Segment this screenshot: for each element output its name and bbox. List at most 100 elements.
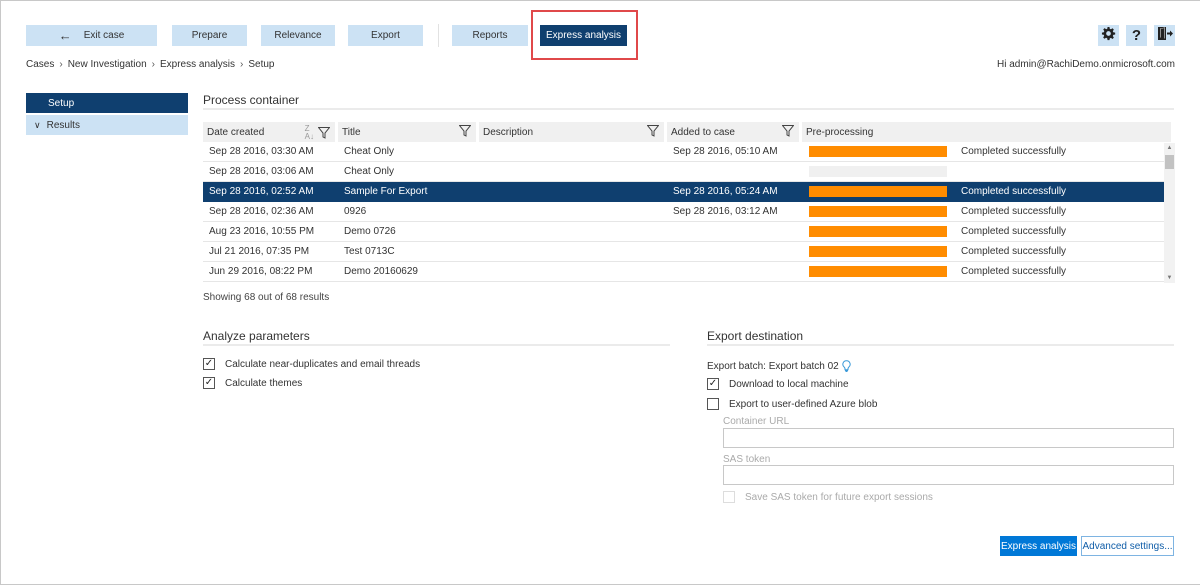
themes-checkbox[interactable]: ✓ Calculate themes	[203, 377, 302, 389]
cell-date-created: Sep 28 2016, 02:36 AM	[209, 206, 314, 217]
column-label: Date created	[207, 126, 265, 138]
column-label: Added to case	[671, 126, 735, 138]
chevron-right-icon: ›	[151, 59, 155, 70]
advanced-settings-button[interactable]: Advanced settings...	[1081, 536, 1174, 556]
cell-date-created: Jul 21 2016, 07:35 PM	[209, 246, 310, 257]
column-label: Title	[342, 126, 361, 138]
table-row[interactable]: Sep 28 2016, 03:06 AM Cheat Only	[203, 162, 1165, 182]
table-row[interactable]: Sep 28 2016, 02:36 AM 0926 Sep 28 2016, 03…	[203, 202, 1165, 222]
sas-token-label: SAS token	[723, 454, 771, 465]
pre-processing-progress-bar	[809, 226, 947, 237]
checkbox-box[interactable]	[707, 398, 719, 410]
column-header-pre-processing[interactable]: Pre-processing	[802, 122, 1171, 142]
sort-descending-icon[interactable]: Z A↓	[305, 125, 314, 141]
filter-icon[interactable]	[647, 125, 659, 137]
progress-fill	[809, 186, 947, 197]
breadcrumb-cases[interactable]: Cases	[26, 59, 54, 70]
azure-blob-checkbox[interactable]: Export to user-defined Azure blob	[707, 398, 877, 410]
pre-processing-progress-bar	[809, 206, 947, 217]
exit-case-label: Exit case	[83, 30, 125, 41]
container-url-label: Container URL	[723, 416, 790, 427]
cell-status: Completed successfully	[961, 246, 1067, 257]
download-local-checkbox[interactable]: ✓ Download to local machine	[707, 378, 849, 390]
column-header-title[interactable]: Title	[338, 122, 476, 142]
scrollbar-thumb[interactable]	[1165, 155, 1174, 169]
filter-icon[interactable]	[459, 125, 471, 137]
help-icon: ?	[1131, 27, 1142, 44]
express-analysis-button[interactable]: Express analysis	[1000, 536, 1077, 556]
table-row[interactable]: Sep 28 2016, 02:52 AM Sample For Export Se…	[203, 182, 1165, 202]
breadcrumb-new-investigation[interactable]: New Investigation	[68, 59, 147, 70]
checkbox-label: Save SAS token for future export session…	[745, 491, 933, 503]
process-container-grid: Date created Z A↓ Title Description Adde…	[203, 122, 1174, 282]
grid-header: Date created Z A↓ Title Description Adde…	[203, 122, 1174, 142]
export-button[interactable]: Export	[348, 25, 423, 46]
container-url-input[interactable]	[723, 428, 1174, 448]
chevron-down-icon: ∨	[34, 119, 41, 130]
cell-added-to-case: Sep 28 2016, 05:24 AM	[673, 186, 778, 197]
table-row[interactable]: Jun 29 2016, 08:22 PM Demo 20160629 Comple…	[203, 262, 1165, 282]
analyze-parameters-title: Analyze parameters	[203, 329, 310, 343]
cell-title: Cheat Only	[344, 146, 395, 157]
save-sas-token-checkbox[interactable]: Save SAS token for future export session…	[723, 491, 933, 503]
column-header-description[interactable]: Description	[479, 122, 664, 142]
toolbar-divider	[438, 24, 439, 47]
export-batch-label: Export batch: Export batch 02	[707, 360, 839, 372]
exit-case-button[interactable]: ← Exit case	[26, 25, 157, 46]
progress-fill	[809, 206, 947, 217]
progress-fill	[809, 226, 947, 237]
filter-icon[interactable]	[318, 127, 330, 139]
process-container-title: Process container	[203, 93, 300, 107]
settings-button[interactable]	[1098, 25, 1119, 46]
checkbox-box[interactable]: ✓	[203, 377, 215, 389]
chevron-right-icon: ›	[59, 59, 63, 70]
chevron-right-icon: ›	[240, 59, 244, 70]
cell-title: Sample For Export	[344, 186, 428, 197]
checkbox-box[interactable]	[723, 491, 735, 503]
cell-title: Test 0713C	[344, 246, 395, 257]
cell-title: Demo 0726	[344, 226, 396, 237]
checkbox-label: Download to local machine	[729, 378, 849, 390]
user-greeting: Hi admin@RachiDemo.onmicrosoft.com	[997, 59, 1175, 70]
section-divider	[203, 344, 670, 346]
prepare-button[interactable]: Prepare	[172, 25, 247, 46]
relevance-button[interactable]: Relevance	[261, 25, 335, 46]
cell-status: Completed successfully	[961, 146, 1067, 157]
checkbox-box[interactable]: ✓	[203, 358, 215, 370]
lightbulb-icon[interactable]	[842, 360, 851, 372]
sign-out-button[interactable]	[1154, 25, 1175, 46]
pre-processing-progress-bar	[809, 266, 947, 277]
highlight-box	[531, 10, 638, 60]
column-header-added-to-case[interactable]: Added to case	[667, 122, 799, 142]
sidebar-item-label: Setup	[48, 97, 75, 109]
cell-title: Demo 20160629	[344, 266, 418, 277]
cell-added-to-case: Sep 28 2016, 03:12 AM	[673, 206, 778, 217]
cell-status: Completed successfully	[961, 266, 1067, 277]
help-button[interactable]: ?	[1126, 25, 1147, 46]
pre-processing-progress-bar	[809, 146, 947, 157]
filter-icon[interactable]	[782, 125, 794, 137]
sidebar-item-results[interactable]: ∨ Results	[26, 115, 188, 135]
grid-body: Sep 28 2016, 03:30 AM Cheat Only Sep 28 20…	[203, 142, 1174, 282]
export-batch-line: Export batch: Export batch 02	[707, 360, 851, 372]
cell-date-created: Sep 28 2016, 03:30 AM	[209, 146, 314, 157]
near-duplicates-checkbox[interactable]: ✓ Calculate near-duplicates and email th…	[203, 358, 420, 370]
grid-scrollbar[interactable]: ▲ ▼	[1164, 143, 1175, 283]
cell-title: Cheat Only	[344, 166, 395, 177]
table-row[interactable]: Sep 28 2016, 03:30 AM Cheat Only Sep 28 20…	[203, 142, 1165, 162]
scroll-up-icon[interactable]: ▲	[1164, 145, 1175, 151]
table-row[interactable]: Aug 23 2016, 10:55 PM Demo 0726 Completed …	[203, 222, 1165, 242]
checkbox-box[interactable]: ✓	[707, 378, 719, 390]
sas-token-input[interactable]	[723, 465, 1174, 485]
breadcrumb-express-analysis[interactable]: Express analysis	[160, 59, 235, 70]
table-row[interactable]: Jul 21 2016, 07:35 PM Test 0713C Completed…	[203, 242, 1165, 262]
progress-fill	[809, 146, 947, 157]
checkbox-label: Calculate near-duplicates and email thre…	[225, 358, 421, 370]
sidebar-item-label: Results	[46, 119, 80, 131]
scroll-down-icon[interactable]: ▼	[1164, 275, 1175, 281]
progress-fill	[809, 266, 947, 277]
reports-button[interactable]: Reports	[452, 25, 528, 46]
sidebar-item-setup[interactable]: Setup	[26, 93, 188, 113]
column-header-date-created[interactable]: Date created Z A↓	[203, 122, 335, 142]
section-divider	[203, 108, 1174, 110]
